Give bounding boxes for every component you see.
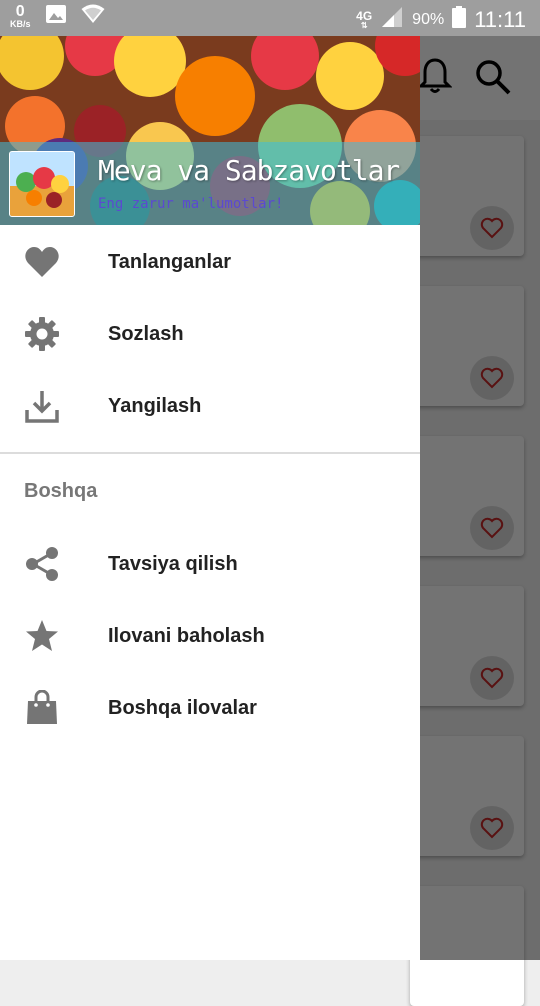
download-icon (24, 388, 60, 424)
network-speed-unit: KB/s (10, 19, 31, 29)
menu-item-settings[interactable]: Sozlash (0, 298, 420, 370)
menu-item-favorites[interactable]: Tanlanganlar (0, 226, 420, 298)
app-title: Meva va Sabzavotlar (98, 154, 400, 187)
menu-item-share[interactable]: Tavsiya qilish (0, 528, 420, 600)
app-subtitle: Eng zarur ma'lumotlar! (98, 196, 284, 212)
drawer-main-menu: Tanlanganlar Sozlash Yangilash (0, 225, 420, 442)
battery-icon (452, 6, 467, 34)
star-icon (24, 618, 60, 654)
menu-item-label: Boshqa ilovalar (108, 696, 257, 719)
menu-item-label: Ilovani baholash (108, 624, 265, 647)
clock: 11:11 (474, 7, 526, 32)
menu-item-update[interactable]: Yangilash (0, 370, 420, 442)
shopping-bag-icon (24, 690, 60, 726)
battery-percent: 90% (412, 11, 445, 28)
section-title-other: Boshqa (24, 480, 98, 502)
image-icon (45, 4, 67, 29)
network-speed-value: 0 (15, 3, 25, 20)
signal-icon (380, 6, 404, 34)
menu-item-label: Tanlanganlar (108, 250, 231, 273)
menu-item-label: Tavsiya qilish (108, 552, 238, 575)
drawer-header: Meva va Sabzavotlar Eng zarur ma'lumotla… (0, 36, 420, 225)
gear-icon (24, 316, 60, 352)
status-bar: 0 KB/s 4G ⇅ 90% 11:11 (0, 0, 540, 36)
network-speed: 0 KB/s (10, 4, 31, 29)
wifi-icon (81, 4, 105, 29)
navigation-drawer: Meva va Sabzavotlar Eng zarur ma'lumotla… (0, 36, 420, 960)
menu-item-label: Sozlash (108, 322, 184, 345)
drawer-other-menu: Tavsiya qilish Ilovani baholash Boshqa i… (0, 528, 420, 744)
app-logo (9, 151, 75, 217)
menu-item-label: Yangilash (108, 394, 202, 417)
menu-item-rate-app[interactable]: Ilovani baholash (0, 600, 420, 672)
network-type: 4G ⇅ (356, 9, 373, 30)
menu-item-other-apps[interactable]: Boshqa ilovalar (0, 672, 420, 744)
heart-icon (24, 244, 60, 280)
share-icon (24, 546, 60, 582)
